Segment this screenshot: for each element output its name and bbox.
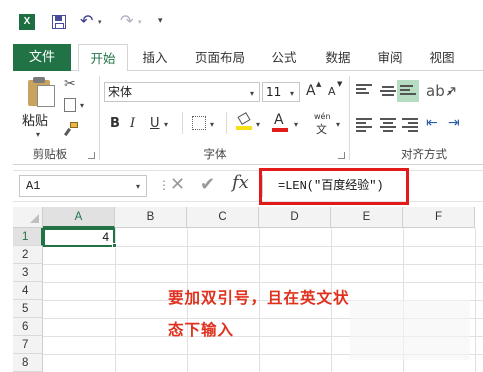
column-header-b[interactable]: B (115, 207, 187, 228)
redo-dropdown-icon[interactable]: ▾ (138, 18, 142, 26)
shrink-arrow-icon: ▼ (337, 80, 343, 88)
cancel-icon[interactable]: ✕ (170, 174, 185, 195)
row-header-1[interactable]: 1 (13, 228, 43, 246)
name-box-dropdown-icon[interactable]: ▾ (136, 182, 140, 191)
insert-function-button[interactable]: fx (232, 172, 249, 193)
column-header-a[interactable]: A (43, 207, 115, 228)
align-middle-icon[interactable] (380, 86, 396, 98)
underline-button[interactable]: U (150, 116, 160, 131)
select-all-triangle-icon (30, 214, 39, 223)
font-name-select[interactable]: 宋体 (104, 82, 260, 102)
save-icon[interactable] (52, 15, 66, 29)
borders-dropdown-icon[interactable]: ▾ (210, 120, 214, 129)
copy-dropdown-icon[interactable]: ▾ (80, 101, 84, 110)
phonetic-guide-button[interactable]: 文 (316, 121, 327, 137)
align-top-icon[interactable] (356, 84, 372, 96)
customize-qat-icon[interactable]: ▾ (158, 16, 163, 26)
ribbon-separator (182, 112, 183, 134)
annotation-line-2: 态下输入 (168, 321, 235, 339)
column-header-c[interactable]: C (187, 207, 259, 228)
align-center-icon[interactable] (380, 118, 396, 132)
font-launcher-icon[interactable] (338, 152, 345, 159)
phonetic-top-label[interactable]: wén (314, 112, 331, 121)
undo-icon[interactable]: ↶ (80, 11, 93, 30)
clipboard-launcher-icon[interactable] (88, 152, 95, 159)
italic-button[interactable]: I (130, 116, 135, 131)
row-header-8[interactable]: 8 (13, 354, 43, 372)
fill-color-bar (236, 126, 252, 130)
clipboard-clip-icon (33, 77, 45, 83)
underline-dropdown-icon[interactable]: ▾ (164, 120, 168, 129)
cell-a1[interactable]: 4 (43, 228, 115, 247)
row-header-3[interactable]: 3 (13, 264, 43, 282)
tab-insert[interactable]: 插入 (134, 44, 176, 71)
orientation-icon[interactable]: ab↗ (426, 82, 457, 100)
orientation-dropdown-icon[interactable]: ▾ (448, 88, 452, 97)
formula-bar-splitter-icon[interactable]: ⋮ (158, 178, 170, 192)
paste-label[interactable]: 粘贴 (22, 110, 48, 129)
ribbon-separator (99, 76, 100, 160)
decrease-indent-icon[interactable]: ⇤ (426, 115, 438, 131)
borders-icon[interactable] (192, 116, 206, 130)
align-bottom-selected[interactable] (397, 80, 419, 102)
align-left-icon[interactable] (356, 118, 372, 132)
font-group-label: 字体 (203, 147, 227, 161)
annotation-line-1: 要加双引号，且在英文状 (168, 289, 350, 307)
tab-file[interactable]: 文件 (13, 44, 71, 71)
clipboard-group-label: 剪贴板 (32, 147, 68, 161)
column-header-f[interactable]: F (403, 207, 475, 228)
formula-highlight-frame (259, 168, 409, 205)
fill-color-icon[interactable] (236, 112, 252, 130)
tab-home[interactable]: 开始 (78, 44, 128, 72)
enter-icon[interactable]: ✔ (200, 174, 215, 195)
redo-icon[interactable]: ↷ (120, 11, 133, 30)
fill-handle[interactable] (112, 243, 117, 248)
tab-formulas[interactable]: 公式 (262, 44, 306, 71)
column-header-d[interactable]: D (259, 207, 331, 228)
ribbon-separator (349, 76, 350, 160)
increase-indent-icon[interactable]: ⇥ (448, 115, 460, 131)
font-color-bar (272, 128, 288, 132)
shrink-font-button[interactable]: A (328, 85, 336, 98)
grow-arrow-icon: ▲ (316, 80, 322, 88)
cut-icon[interactable]: ✂ (64, 76, 76, 92)
paste-dropdown-icon[interactable]: ▾ (36, 130, 40, 139)
phonetic-dropdown-icon[interactable]: ▾ (336, 120, 340, 129)
bold-button[interactable]: B (110, 116, 120, 131)
font-size-select[interactable]: 11 (262, 82, 300, 102)
copy-icon[interactable] (64, 98, 76, 112)
row-header-5[interactable]: 5 (13, 300, 43, 318)
column-header-e[interactable]: E (331, 207, 403, 228)
excel-icon: X (19, 14, 35, 30)
row-header-6[interactable]: 6 (13, 318, 43, 336)
font-size-dropdown-icon[interactable]: ▾ (290, 89, 294, 98)
tab-page-layout[interactable]: 页面布局 (186, 44, 254, 71)
watermark-area (350, 300, 470, 360)
name-box[interactable]: A1 (19, 175, 147, 197)
title-bar (0, 0, 483, 44)
tab-review[interactable]: 审阅 (368, 44, 412, 71)
row-header-7[interactable]: 7 (13, 336, 43, 354)
grow-font-button[interactable]: A (306, 83, 316, 99)
undo-dropdown-icon[interactable]: ▾ (98, 18, 102, 26)
grid-line (115, 228, 116, 372)
align-right-icon[interactable] (402, 118, 418, 132)
row-header-2[interactable]: 2 (13, 246, 43, 264)
grid-line (43, 282, 483, 283)
font-color-button[interactable]: A (274, 112, 284, 128)
format-painter-icon[interactable] (63, 122, 80, 137)
paste-paper-icon (37, 85, 55, 107)
font-color-dropdown-icon[interactable]: ▾ (294, 120, 298, 129)
ribbon-separator (226, 112, 227, 134)
alignment-group-label: 对齐方式 (401, 147, 447, 161)
tab-view[interactable]: 视图 (420, 44, 464, 71)
tab-data[interactable]: 数据 (316, 44, 360, 71)
fill-color-dropdown-icon[interactable]: ▾ (256, 120, 260, 129)
font-name-dropdown-icon[interactable]: ▾ (250, 89, 254, 98)
grid-line (475, 228, 476, 372)
grid-line (43, 264, 483, 265)
row-header-4[interactable]: 4 (13, 282, 43, 300)
